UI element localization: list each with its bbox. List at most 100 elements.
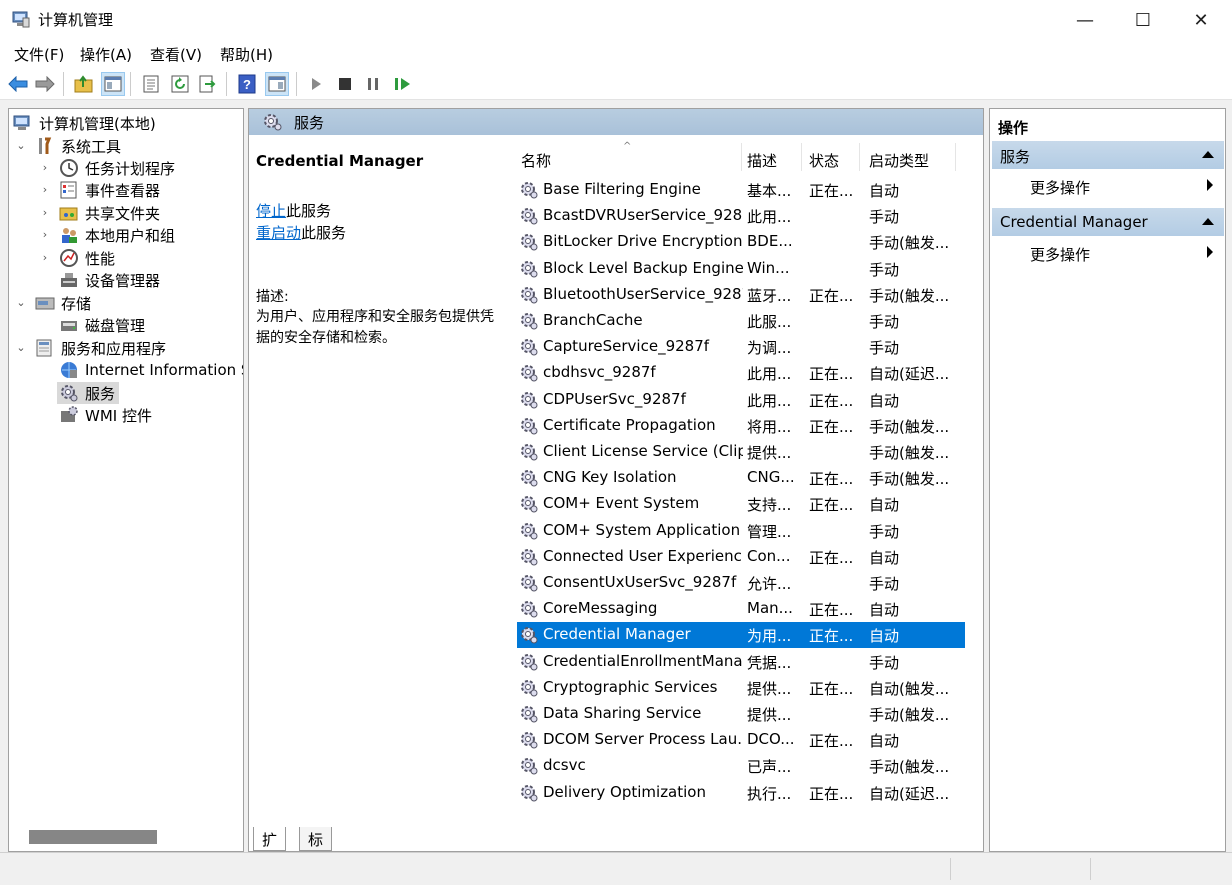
tree-node-services[interactable]: 服务: [57, 382, 120, 404]
service-row[interactable]: COM+ Event System 支持... 正在... 自动: [517, 491, 965, 517]
service-status: 正在...: [809, 391, 854, 410]
close-button[interactable]: ✕: [1172, 0, 1230, 40]
service-row[interactable]: CNG Key Isolation CNG... 正在... 手动(触发...: [517, 465, 965, 491]
service-row[interactable]: DCOM Server Process Lau... DCO... 正在... 自动: [517, 727, 965, 753]
properties-button[interactable]: [139, 72, 163, 96]
service-row[interactable]: ConsentUxUserSvc_9287f 允许... 手动: [517, 570, 965, 596]
pause-service-button[interactable]: [361, 72, 385, 96]
service-row[interactable]: Delivery Optimization 执行... 正在... 自动(延迟...: [517, 780, 965, 806]
service-row[interactable]: BitLocker Drive Encryption ... BDE... 手动(触…: [517, 229, 965, 255]
stop-service-link[interactable]: 停止: [256, 202, 286, 220]
menu-help[interactable]: 帮助(H): [220, 44, 273, 65]
restart-service-line: 重启动此服务: [256, 222, 346, 243]
service-row[interactable]: Block Level Backup Engine ... Win... 手动: [517, 256, 965, 282]
service-row[interactable]: Cryptographic Services 提供... 正在... 自动(触发...: [517, 675, 965, 701]
minimize-button[interactable]: —: [1056, 0, 1114, 40]
column-separator[interactable]: [955, 143, 956, 171]
tree-node-performance[interactable]: 性能: [59, 247, 115, 269]
collapse-chevron-icon[interactable]: ⌄: [15, 139, 27, 152]
tree-node-wmi[interactable]: WMI 控件: [59, 404, 152, 426]
tree-node-root[interactable]: 计算机管理(本地): [13, 112, 156, 134]
service-row[interactable]: Connected User Experienc... Con... 正在... 自动: [517, 544, 965, 570]
service-name: Cryptographic Services: [543, 677, 718, 696]
service-gear-icon: [519, 285, 539, 305]
service-row[interactable]: CDPUserSvc_9287f 此用... 正在... 自动: [517, 387, 965, 413]
service-row[interactable]: dcsvc 已声... 手动(触发...: [517, 753, 965, 779]
service-row[interactable]: Base Filtering Engine 基本... 正在... 自动: [517, 177, 965, 203]
menu-view[interactable]: 查看(V): [150, 44, 202, 65]
tree-node-local-users[interactable]: 本地用户和组: [59, 224, 175, 246]
column-header-desc[interactable]: 描述: [747, 150, 777, 171]
collapse-chevron-icon[interactable]: ⌄: [15, 341, 27, 354]
service-name: BluetoothUserService_9287f: [543, 284, 743, 303]
column-header-separator[interactable]: [859, 143, 860, 171]
service-row[interactable]: Certificate Propagation 将用... 正在... 手动(触发..…: [517, 413, 965, 439]
service-row[interactable]: CaptureService_9287f 为调... 手动: [517, 334, 965, 360]
tree-node-device-manager[interactable]: 设备管理器: [59, 269, 160, 291]
restart-service-link[interactable]: 重启动: [256, 224, 301, 242]
service-row[interactable]: Credential Manager 为用... 正在... 自动: [517, 622, 965, 649]
tree-label: 计算机管理(本地): [39, 114, 156, 133]
service-row[interactable]: Data Sharing Service 提供... 手动(触发...: [517, 701, 965, 727]
tree-horizontal-scrollbar[interactable]: [29, 830, 157, 844]
forward-button[interactable]: [33, 72, 57, 96]
more-actions-credential-manager[interactable]: 更多操作: [1030, 244, 1090, 265]
service-gear-icon: [519, 652, 539, 672]
tab-extended[interactable]: 扩展: [253, 827, 287, 851]
expand-chevron-icon[interactable]: ›: [39, 206, 51, 219]
actions-section-credential-manager[interactable]: Credential Manager: [992, 208, 1224, 236]
stop-service-line: 停止此服务: [256, 200, 331, 221]
show-hide-tree-button[interactable]: [101, 72, 125, 96]
column-header-status[interactable]: 状态: [809, 150, 839, 171]
start-service-button[interactable]: [304, 72, 328, 96]
tree-node-system-tools[interactable]: 系统工具: [35, 135, 121, 157]
tab-standard[interactable]: 标准: [299, 827, 333, 851]
service-row[interactable]: Client License Service (Clip... 提供... 手动(触…: [517, 439, 965, 465]
column-header-startup[interactable]: 启动类型: [869, 150, 929, 171]
expand-chevron-icon[interactable]: ›: [39, 161, 51, 174]
service-row[interactable]: COM+ System Application 管理... 手动: [517, 518, 965, 544]
stop-service-button[interactable]: [333, 72, 357, 96]
service-row[interactable]: BluetoothUserService_9287f 蓝牙... 正在... 手动(触…: [517, 282, 965, 308]
restart-service-button[interactable]: [391, 72, 415, 96]
action-pane-button[interactable]: [265, 72, 289, 96]
service-row[interactable]: CoreMessaging Man... 正在... 自动: [517, 596, 965, 622]
shared-folder-icon: [59, 207, 78, 221]
service-name: dcsvc: [543, 756, 586, 775]
refresh-button[interactable]: [168, 72, 192, 96]
export-list-button[interactable]: [196, 72, 220, 96]
tree-node-services-apps[interactable]: 服务和应用程序: [35, 337, 166, 359]
expand-chevron-icon[interactable]: ›: [39, 251, 51, 264]
service-row[interactable]: cbdhsvc_9287f 此用... 正在... 自动(延迟...: [517, 360, 965, 386]
tree-node-task-scheduler[interactable]: 任务计划程序: [59, 157, 175, 179]
tree-node-disk-management[interactable]: 磁盘管理: [59, 314, 145, 336]
service-gear-icon: [519, 704, 539, 724]
tree-node-iis[interactable]: Internet Information Se: [59, 359, 243, 381]
back-button[interactable]: [6, 72, 30, 96]
more-actions-services[interactable]: 更多操作: [1030, 177, 1090, 198]
service-desc: CNG...: [747, 468, 795, 487]
tree-node-shared-folders[interactable]: 共享文件夹: [59, 202, 160, 224]
tree-node-event-viewer[interactable]: 事件查看器: [59, 179, 160, 201]
tree-node-storage[interactable]: 存储: [35, 292, 91, 314]
up-level-button[interactable]: [72, 72, 96, 96]
menu-file[interactable]: 文件(F): [14, 44, 64, 65]
service-row[interactable]: BranchCache 此服... 手动: [517, 308, 965, 334]
column-header-name[interactable]: 名称: [521, 150, 551, 171]
actions-section-services[interactable]: 服务: [992, 141, 1224, 169]
help-button[interactable]: ?: [235, 72, 259, 96]
close-icon: ✕: [1193, 9, 1209, 31]
menu-action[interactable]: 操作(A): [80, 44, 132, 65]
collapse-chevron-icon[interactable]: ⌄: [15, 296, 27, 309]
expand-chevron-icon[interactable]: ›: [39, 183, 51, 196]
column-separator[interactable]: [741, 143, 742, 171]
maximize-button[interactable]: ☐: [1114, 0, 1172, 40]
service-row[interactable]: CredentialEnrollmentMana... 凭据... 手动: [517, 649, 965, 675]
service-row[interactable]: BcastDVRUserService_9287f 此用... 手动: [517, 203, 965, 229]
expand-chevron-icon[interactable]: ›: [39, 228, 51, 241]
column-separator[interactable]: [801, 143, 802, 171]
service-desc: 已声...: [747, 758, 792, 777]
service-gear-icon: [519, 337, 539, 357]
service-name: CNG Key Isolation: [543, 468, 677, 487]
clock-icon: [60, 159, 78, 177]
